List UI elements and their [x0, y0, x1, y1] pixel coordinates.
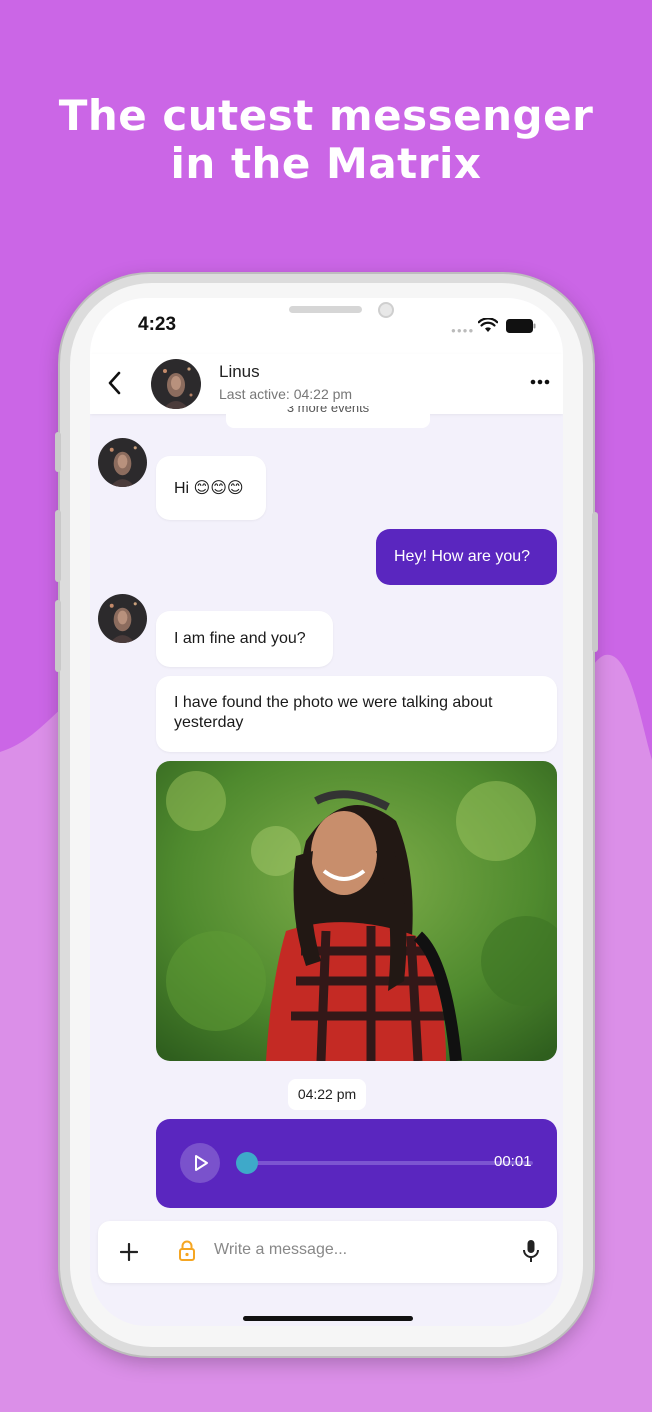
message-text: Hi 😊😊😊 — [174, 480, 244, 497]
home-indicator[interactable] — [243, 1316, 413, 1321]
play-icon — [195, 1155, 208, 1171]
avatar[interactable] — [151, 359, 201, 409]
last-active-status: Last active: 04:22 pm — [219, 386, 353, 402]
more-events-chip[interactable]: 3 more events — [226, 406, 430, 428]
audio-message: 00:01 — [156, 1119, 557, 1208]
sender-avatar[interactable] — [98, 594, 147, 643]
photo-message[interactable] — [156, 761, 557, 1061]
wifi-icon — [478, 318, 498, 332]
microphone-icon[interactable] — [522, 1239, 540, 1264]
message-input[interactable]: Write a message... — [214, 1241, 347, 1259]
message-text: I have found the photo we were talking a… — [174, 694, 493, 731]
chevron-left-icon[interactable] — [104, 368, 126, 398]
audio-duration: 00:01 — [494, 1153, 532, 1170]
volume-down-button — [55, 600, 61, 672]
status-bar: 4:23 ●●●● — [90, 298, 563, 354]
more-events-label: 3 more events — [286, 406, 370, 415]
mute-switch — [55, 432, 61, 472]
headline-line-1: The cutest messenger — [58, 91, 594, 140]
message-composer: Write a message... — [98, 1221, 557, 1283]
earpiece-speaker — [289, 306, 362, 313]
signal-dots-icon: ●●●● — [451, 326, 475, 335]
message-bubble-incoming[interactable]: I have found the photo we were talking a… — [156, 676, 557, 752]
status-time: 4:23 — [138, 314, 177, 335]
lock-icon[interactable] — [178, 1240, 196, 1262]
plus-icon[interactable] — [120, 1243, 138, 1261]
sender-avatar[interactable] — [98, 438, 147, 487]
message-text: Hey! How are you? — [394, 548, 531, 565]
headline-line-2: in the Matrix — [170, 139, 482, 188]
more-horizontal-icon[interactable] — [528, 372, 552, 392]
audio-progress-knob[interactable] — [236, 1152, 258, 1174]
message-text: I am fine and you? — [174, 630, 306, 647]
phone-screen: 4:23 ●●●● Linus Last active: 04:22 pm 3 … — [90, 298, 563, 1326]
battery-icon — [506, 319, 536, 333]
volume-up-button — [55, 510, 61, 582]
message-bubble-outgoing[interactable]: Hey! How are you? — [376, 529, 557, 585]
audio-progress-track[interactable] — [248, 1161, 533, 1165]
chat-header: Linus Last active: 04:22 pm — [90, 354, 563, 414]
timestamp-label: 04:22 pm — [297, 1086, 357, 1102]
power-button — [592, 512, 598, 652]
headline: The cutest messenger in the Matrix — [0, 92, 652, 188]
timestamp-chip: 04:22 pm — [288, 1079, 366, 1110]
message-bubble-incoming[interactable]: I am fine and you? — [156, 611, 333, 667]
front-camera — [378, 302, 394, 318]
play-button[interactable] — [180, 1143, 220, 1183]
message-bubble-incoming[interactable]: Hi 😊😊😊 — [156, 456, 266, 520]
contact-name[interactable]: Linus — [219, 362, 260, 382]
